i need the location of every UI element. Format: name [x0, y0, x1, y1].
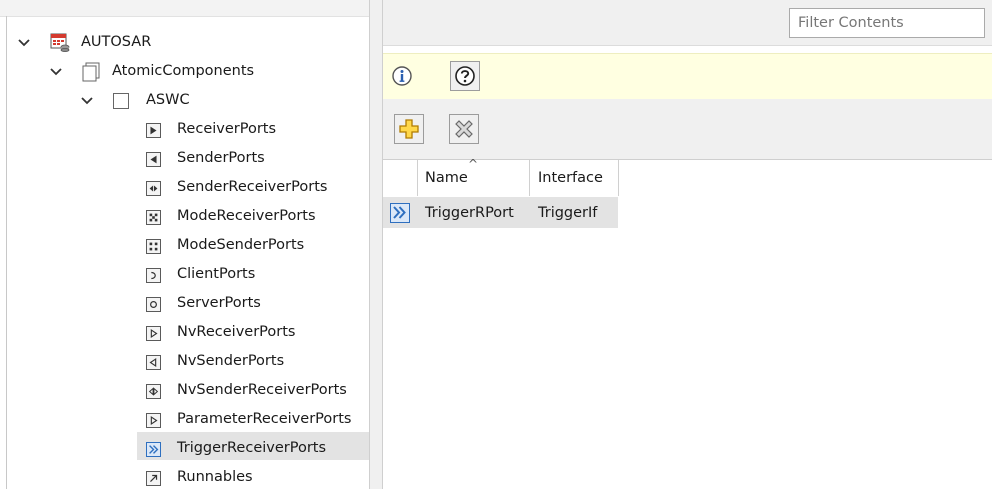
table-cell-name[interactable]: TriggerRPort: [425, 197, 514, 228]
tree-item-label[interactable]: SenderPorts: [177, 150, 265, 166]
nv-receiver-port-icon: [146, 326, 161, 341]
tree-item-label[interactable]: ServerPorts: [177, 295, 261, 311]
trigger-port-icon: [146, 442, 161, 457]
tree-item-label[interactable]: Runnables: [177, 469, 253, 485]
ports-table: Name ^ Interface TriggerRPort TriggerIf: [383, 157, 992, 490]
receiver-port-icon: [146, 123, 161, 138]
tree-item-label[interactable]: ParameterReceiverPorts: [177, 411, 351, 427]
delete-x-icon[interactable]: [449, 114, 479, 144]
filter-contents-input[interactable]: [789, 8, 985, 38]
column-header-interface[interactable]: Interface: [530, 160, 619, 196]
sender-port-icon: [146, 152, 161, 167]
tree-root-autosar[interactable]: AUTOSAR: [81, 34, 151, 50]
pane-splitter[interactable]: [369, 0, 383, 489]
tree-item-label[interactable]: ModeSenderPorts: [177, 237, 304, 253]
column-header-name-label: Name: [425, 170, 468, 186]
info-bar: [383, 53, 992, 101]
toolbar: [383, 99, 992, 159]
sort-ascending-icon: ^: [468, 157, 479, 171]
table-cell-interface[interactable]: TriggerIf: [538, 197, 597, 228]
tree-pane: AUTOSAR AtomicComponents ASWC ReceiverPo…: [0, 0, 369, 489]
tree-item-label[interactable]: ClientPorts: [177, 266, 255, 282]
content-pane: Name ^ Interface TriggerRPort TriggerIf: [383, 0, 992, 490]
column-header-name[interactable]: Name ^: [418, 157, 530, 196]
folder-page-icon: [81, 62, 101, 82]
tree-item-label[interactable]: NvSenderReceiverPorts: [177, 382, 347, 398]
tree-item-label[interactable]: ModeReceiverPorts: [177, 208, 316, 224]
expand-chevron-icon[interactable]: [18, 29, 30, 57]
tree-header-strip: [0, 0, 369, 17]
tree-item-label[interactable]: SenderReceiverPorts: [177, 179, 327, 195]
autosar-database-icon: [50, 32, 70, 52]
trigger-port-icon: [390, 197, 410, 228]
sender-receiver-port-icon: [146, 181, 161, 196]
runnable-arrow-icon: [146, 471, 161, 486]
column-header-interface-label: Interface: [538, 170, 603, 186]
mode-receiver-port-icon: [146, 210, 161, 225]
add-plus-icon[interactable]: [394, 114, 424, 144]
nv-sender-receiver-port-icon: [146, 384, 161, 399]
tree-item-aswc[interactable]: ASWC: [146, 92, 190, 108]
tree-item-atomic-components[interactable]: AtomicComponents: [112, 63, 254, 79]
mode-sender-port-icon: [146, 239, 161, 254]
help-question-icon[interactable]: [450, 61, 480, 91]
tree-left-border: [6, 16, 7, 489]
column-header-icon: [383, 160, 418, 196]
server-port-icon: [146, 297, 161, 312]
component-box-icon: [112, 92, 130, 110]
client-port-icon: [146, 268, 161, 283]
tree-item-label[interactable]: NvReceiverPorts: [177, 324, 295, 340]
tree-item-label[interactable]: ReceiverPorts: [177, 121, 276, 137]
parameter-receiver-port-icon: [146, 413, 161, 428]
filter-bar: [383, 0, 992, 46]
expand-chevron-icon[interactable]: [50, 58, 62, 86]
nv-sender-port-icon: [146, 355, 161, 370]
tree-item-label[interactable]: TriggerReceiverPorts: [177, 440, 326, 456]
expand-chevron-icon[interactable]: [81, 87, 93, 115]
tree-item-label[interactable]: NvSenderPorts: [177, 353, 284, 369]
info-icon[interactable]: [387, 61, 417, 91]
